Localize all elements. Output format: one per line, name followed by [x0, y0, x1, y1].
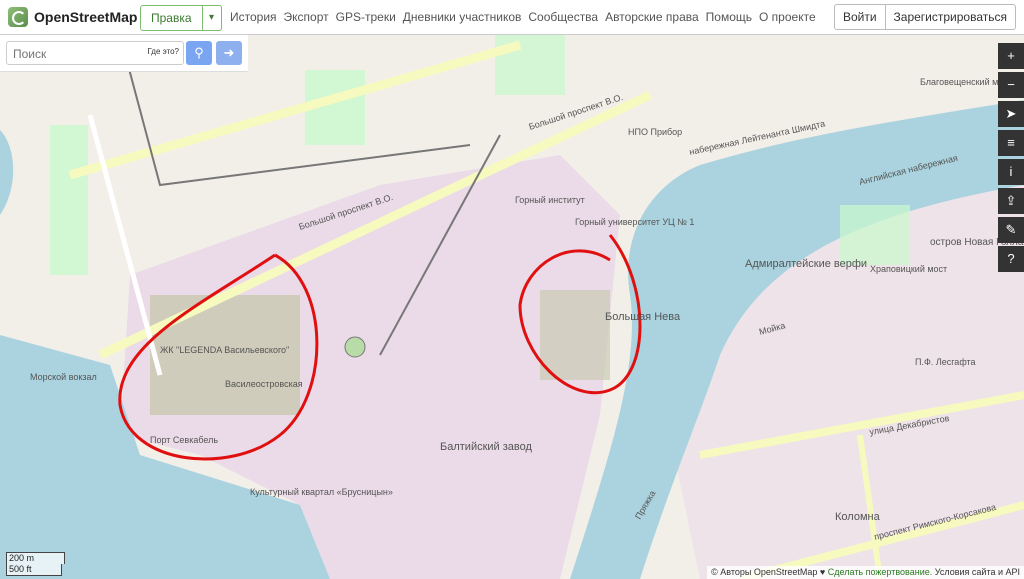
nav-help[interactable]: Помощь	[706, 10, 752, 24]
scale-bar: 200 m 500 ft	[6, 552, 65, 576]
app-title: OpenStreetMap	[34, 9, 138, 25]
poi-label: Культурный квартал «Брусницын»	[250, 487, 393, 497]
area-label: Коломна	[835, 511, 881, 523]
main-nav: История Экспорт GPS-треки Дневники участ…	[230, 10, 816, 24]
attribution: © Авторы OpenStreetMap ♥ Сделать пожертв…	[707, 566, 1024, 579]
search-go-icon[interactable]: ⚲	[186, 41, 212, 65]
osm-logo-icon	[8, 7, 28, 27]
share-icon[interactable]: ⇪	[998, 188, 1024, 214]
layers-icon[interactable]: ≡	[998, 130, 1024, 156]
auth-buttons: Войти Зарегистрироваться	[833, 4, 1016, 30]
donate-link[interactable]: Сделать пожертвование.	[828, 567, 932, 577]
water-label: Большая Нева	[605, 311, 681, 323]
poi-label: Порт Севкабель	[150, 435, 218, 445]
directions-icon[interactable]: ➜	[216, 41, 242, 65]
login-button[interactable]: Войти	[833, 4, 886, 30]
scale-imperial: 500 ft	[6, 564, 62, 576]
search-panel: Где это? ⚲ ➜	[0, 35, 248, 72]
where-is-this-link[interactable]: Где это?	[147, 47, 179, 56]
poi-label: П.Ф. Лесгафта	[915, 357, 976, 367]
poi-label: Морской вокзал	[30, 372, 97, 382]
locate-icon[interactable]: ➤	[998, 101, 1024, 127]
edit-dropdown-caret-icon[interactable]: ▾	[202, 5, 222, 31]
edit-button[interactable]: Правка	[140, 5, 203, 31]
poi-label: Горный университет УЦ № 1	[575, 217, 694, 227]
poi-label: Храповицкий мост	[870, 264, 947, 274]
area-label: Адмиралтейские верфи	[745, 258, 867, 270]
logo[interactable]: OpenStreetMap	[8, 7, 137, 27]
poi-label: Горный институт	[515, 195, 585, 205]
signup-button[interactable]: Зарегистрироваться	[885, 4, 1016, 30]
poi-label: Василеостровская	[225, 379, 303, 389]
nav-gps-traces[interactable]: GPS-треки	[336, 10, 396, 24]
nav-communities[interactable]: Сообщества	[528, 10, 598, 24]
poi-label: ЖК "LEGENDA Васильевского"	[160, 345, 289, 355]
search-box: Где это?	[6, 41, 184, 65]
map-controls: + − ➤ ≡ i ⇪ ✎ ?	[998, 43, 1024, 275]
attribution-prefix[interactable]: © Авторы OpenStreetMap ♥	[711, 567, 825, 577]
note-icon[interactable]: ✎	[998, 217, 1024, 243]
nav-copyright[interactable]: Авторские права	[605, 10, 699, 24]
nav-diaries[interactable]: Дневники участников	[403, 10, 522, 24]
query-icon[interactable]: ?	[998, 246, 1024, 272]
nav-history[interactable]: История	[230, 10, 277, 24]
info-icon[interactable]: i	[998, 159, 1024, 185]
scale-metric: 200 m	[6, 552, 65, 564]
edit-group: Правка ▾	[140, 5, 222, 31]
poi-label: НПО Прибор	[628, 127, 682, 137]
nav-about[interactable]: О проекте	[759, 10, 816, 24]
top-bar: OpenStreetMap Правка ▾ История Экспорт G…	[0, 0, 1024, 35]
search-input[interactable]	[11, 44, 135, 64]
terms-link[interactable]: Условия сайта и API	[935, 567, 1020, 577]
zoom-in-icon[interactable]: +	[998, 43, 1024, 69]
nav-export[interactable]: Экспорт	[284, 10, 329, 24]
zoom-out-icon[interactable]: −	[998, 72, 1024, 98]
map-canvas[interactable]: Большой проспект В.О. Большой проспект В…	[0, 35, 1024, 579]
area-label: Балтийский завод	[440, 441, 532, 453]
